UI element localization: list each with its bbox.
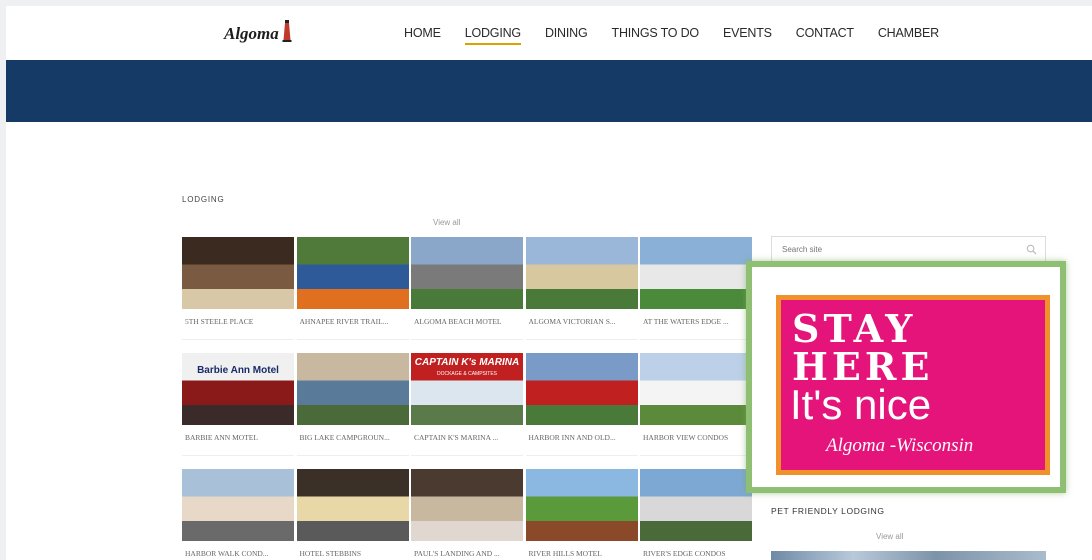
lodging-view-all-link[interactable]: View all [433, 218, 460, 227]
ad-headline-stay: STAY [792, 306, 917, 351]
search-icon[interactable] [1026, 244, 1037, 255]
lodging-photo[interactable] [525, 469, 638, 541]
lodging-name[interactable]: AT THE WATERS EDGE ... [640, 309, 752, 340]
lodging-name[interactable]: RIVER'S EDGE CONDOS [640, 541, 752, 560]
pet-view-all-link[interactable]: View all [876, 532, 903, 541]
lodging-card[interactable]: AT THE WATERS EDGE ... [640, 237, 752, 340]
photo-sign-text: Barbie Ann Motel [197, 365, 279, 376]
pet-friendly-title: PET FRIENDLY LODGING [771, 506, 885, 516]
lodging-card[interactable]: Barbie Ann Motel BARBIE ANN MOTEL [182, 353, 294, 456]
nav-events[interactable]: EVENTS [723, 26, 772, 45]
lodging-section-title: LODGING [182, 195, 225, 204]
lodging-name[interactable]: 5TH STEELE PLACE [182, 309, 294, 340]
lodging-photo[interactable] [182, 237, 294, 309]
page: Algoma HOME LODGING DINING THINGS TO DO EVEN… [6, 6, 1092, 560]
search-box [771, 236, 1046, 262]
lodging-card[interactable]: HOTEL STEBBINS [296, 469, 409, 560]
lodging-card[interactable]: HARBOR WALK COND... [182, 469, 294, 560]
lodging-photo[interactable] [411, 469, 523, 541]
lodging-photo[interactable] [640, 353, 752, 425]
photo-sign-subtext: DOCKAGE & CAMPSITES [436, 371, 497, 377]
stay-here-ad[interactable]: STAY HERE It's nice Algoma -Wisconsin [776, 295, 1050, 475]
photo-sign-text: CAPTAIN K's MARINA [414, 357, 520, 368]
lodging-card[interactable]: AHNAPEE RIVER TRAIL... [296, 237, 409, 340]
lodging-name[interactable]: CAPTAIN K'S MARINA ... [411, 425, 523, 456]
search-input[interactable] [772, 237, 1012, 261]
lodging-photo[interactable] [525, 353, 638, 425]
lodging-card[interactable]: RIVER HILLS MOTEL [525, 469, 638, 560]
lodging-card[interactable]: CAPTAIN K's MARINA DOCKAGE & CAMPSITES CAP… [411, 353, 523, 456]
lodging-photo[interactable] [296, 237, 409, 309]
stay-here-ad-frame: STAY HERE It's nice Algoma -Wisconsin [746, 261, 1066, 493]
lodging-card[interactable]: HARBOR INN AND OLD... [525, 353, 638, 456]
lodging-card[interactable]: RIVER'S EDGE CONDOS [640, 469, 752, 560]
nav-chamber[interactable]: CHAMBER [878, 26, 939, 45]
lodging-card[interactable]: PAUL'S LANDING AND ... [411, 469, 523, 560]
lodging-card[interactable]: BIG LAKE CAMPGROUN... [296, 353, 409, 456]
ad-tagline: It's nice [790, 381, 932, 428]
lodging-name[interactable]: HOTEL STEBBINS [297, 541, 409, 560]
lodging-card[interactable]: 5TH STEELE PLACE [182, 237, 294, 340]
hero-banner [6, 60, 1092, 122]
site-header: Algoma HOME LODGING DINING THINGS TO DO EVEN… [6, 6, 1092, 60]
lodging-name[interactable]: RIVER HILLS MOTEL [526, 541, 638, 560]
lodging-photo[interactable]: CAPTAIN K's MARINA DOCKAGE & CAMPSITES [411, 353, 523, 425]
nav-dining[interactable]: DINING [545, 26, 588, 45]
lodging-photo[interactable] [525, 237, 638, 309]
lodging-card[interactable]: ALGOMA BEACH MOTEL [411, 237, 523, 340]
lodging-photo[interactable]: Barbie Ann Motel [182, 353, 294, 425]
lighthouse-icon [282, 20, 292, 42]
lodging-name[interactable]: HARBOR INN AND OLD... [525, 425, 638, 456]
lodging-name[interactable]: AHNAPEE RIVER TRAIL... [296, 309, 409, 340]
lodging-name[interactable]: HARBOR WALK COND... [182, 541, 294, 560]
site-logo[interactable]: Algoma [224, 24, 279, 44]
lodging-photo[interactable] [411, 237, 523, 309]
nav-contact[interactable]: CONTACT [796, 26, 854, 45]
main-nav: HOME LODGING DINING THINGS TO DO EVENTS CONTA… [404, 26, 963, 45]
lodging-name[interactable]: HARBOR VIEW CONDOS [640, 425, 752, 456]
lodging-card[interactable]: HARBOR VIEW CONDOS [640, 353, 752, 456]
nav-things-to-do[interactable]: THINGS TO DO [612, 26, 700, 45]
lodging-card[interactable]: ALGOMA VICTORIAN S... [525, 237, 638, 340]
lodging-photo[interactable] [640, 469, 752, 541]
lodging-photo[interactable] [296, 469, 409, 541]
ad-signature: Algoma -Wisconsin [826, 435, 974, 456]
lodging-name[interactable]: BARBIE ANN MOTEL [182, 425, 294, 456]
lodging-name[interactable]: PAUL'S LANDING AND ... [411, 541, 523, 560]
lodging-name[interactable]: ALGOMA BEACH MOTEL [411, 309, 523, 340]
lodging-name[interactable]: BIG LAKE CAMPGROUN... [296, 425, 409, 456]
lodging-name[interactable]: ALGOMA VICTORIAN S... [525, 309, 638, 340]
lodging-photo[interactable] [640, 237, 752, 309]
nav-lodging[interactable]: LODGING [464, 26, 521, 45]
lodging-photo[interactable] [182, 469, 294, 541]
lodging-photo[interactable] [296, 353, 409, 425]
nav-home[interactable]: HOME [404, 26, 441, 45]
pet-lodging-thumbnails[interactable] [771, 551, 1046, 560]
